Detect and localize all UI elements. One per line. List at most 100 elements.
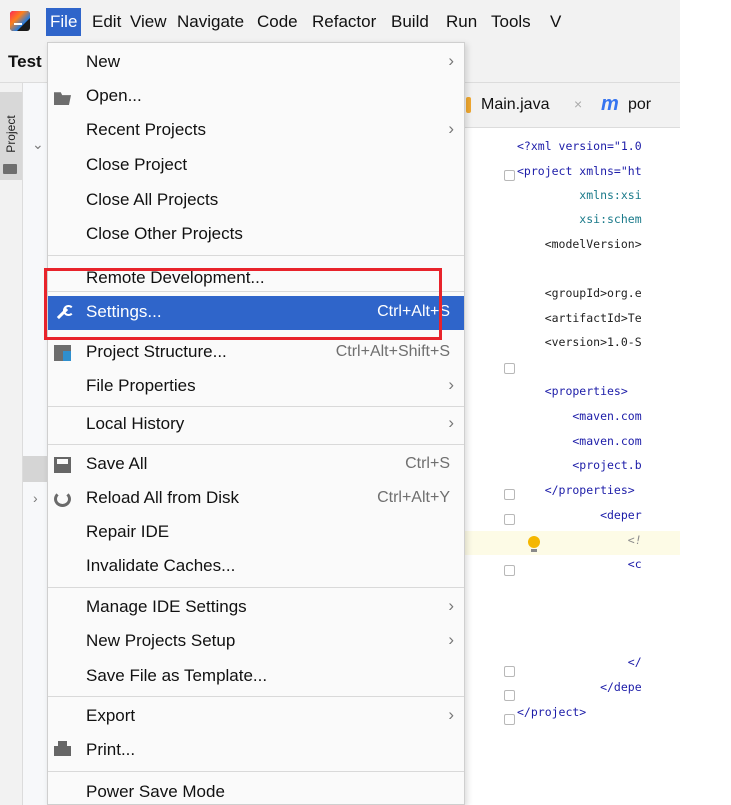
code-line: <! bbox=[517, 533, 642, 547]
menu-item-label: Open... bbox=[86, 86, 142, 105]
folder-icon bbox=[54, 92, 71, 105]
menu-code[interactable]: Code bbox=[253, 8, 302, 36]
chevron-down-icon[interactable]: ⌄ bbox=[32, 136, 44, 153]
code-line: <c bbox=[517, 557, 642, 571]
menu-separator bbox=[48, 444, 464, 445]
code-line: <maven.com bbox=[517, 409, 642, 423]
menu-separator bbox=[48, 771, 464, 772]
fold-marker-icon[interactable] bbox=[504, 489, 515, 500]
menu-build[interactable]: Build bbox=[387, 8, 433, 36]
folder-icon bbox=[3, 164, 17, 174]
fold-marker-icon[interactable] bbox=[504, 714, 515, 725]
project-tool-window-label: Project bbox=[4, 115, 18, 153]
menu-item-save-file-as-template[interactable]: Save File as Template... bbox=[48, 660, 464, 694]
code-line: <project xmlns="ht bbox=[517, 164, 642, 178]
menu-item-shortcut: Ctrl+S bbox=[405, 455, 450, 472]
tab-main-java[interactable]: Main.java bbox=[481, 96, 549, 114]
menu-item-invalidate-caches[interactable]: Invalidate Caches... bbox=[48, 550, 464, 584]
code-line: <properties> bbox=[517, 384, 628, 398]
chevron-right-icon: › bbox=[448, 51, 454, 70]
java-file-icon bbox=[466, 97, 471, 113]
chevron-right-icon: › bbox=[448, 119, 454, 138]
project-name[interactable]: Test bbox=[8, 52, 42, 72]
highlight-annotation-box bbox=[44, 268, 442, 340]
menu-item-label: Print... bbox=[86, 740, 136, 759]
menu-run[interactable]: Run bbox=[442, 8, 481, 36]
chevron-right-icon: › bbox=[448, 596, 454, 615]
menu-bar: File Edit View Navigate Code Refactor Bu… bbox=[0, 0, 680, 42]
print-icon bbox=[54, 741, 71, 756]
file-menu-dropdown: New › Open... Recent Projects › Close Pr… bbox=[47, 42, 465, 805]
menu-item-recent-projects[interactable]: Recent Projects › bbox=[48, 114, 464, 148]
code-line: xmlns:xsi bbox=[517, 188, 642, 202]
menu-item-label: New Projects Setup bbox=[86, 631, 236, 650]
menu-file[interactable]: File bbox=[46, 8, 82, 36]
menu-tools[interactable]: Tools bbox=[487, 8, 535, 36]
menu-edit[interactable]: Edit bbox=[88, 8, 125, 36]
tab-pom-xml[interactable]: por bbox=[628, 96, 651, 114]
menu-item-export[interactable]: Export › bbox=[48, 700, 464, 734]
menu-item-label: Reload All from Disk bbox=[86, 488, 240, 507]
code-line: </project> bbox=[517, 705, 587, 719]
code-line: <artifactId>Te bbox=[517, 311, 642, 325]
chevron-right-icon: › bbox=[448, 413, 454, 432]
chevron-right-icon: › bbox=[448, 375, 454, 394]
menu-separator bbox=[48, 406, 464, 407]
menu-item-close-other-projects[interactable]: Close Other Projects bbox=[48, 218, 464, 252]
menu-item-label: Save All bbox=[86, 454, 148, 473]
page-margin bbox=[680, 0, 731, 805]
left-tool-strip bbox=[0, 83, 23, 805]
menu-item-file-properties[interactable]: File Properties › bbox=[48, 370, 464, 404]
fold-marker-icon[interactable] bbox=[504, 363, 515, 374]
chevron-right-icon[interactable]: › bbox=[33, 490, 38, 506]
code-line: <groupId>org.e bbox=[517, 286, 642, 300]
menu-item-shortcut: Ctrl+Alt+Shift+S bbox=[335, 343, 450, 360]
menu-item-shortcut: Ctrl+Alt+Y bbox=[377, 489, 450, 506]
chevron-right-icon: › bbox=[448, 630, 454, 649]
code-line: </ bbox=[517, 655, 642, 669]
menu-separator bbox=[48, 255, 464, 256]
menu-item-label: Project Structure... bbox=[86, 342, 227, 361]
menu-item-label: Close Other Projects bbox=[86, 224, 243, 243]
code-line: <?xml version="1.0 bbox=[517, 139, 642, 153]
menu-refactor[interactable]: Refactor bbox=[308, 8, 380, 36]
code-line: xsi:schem bbox=[517, 212, 642, 226]
menu-item-power-save-mode[interactable]: Power Save Mode bbox=[48, 776, 464, 804]
menu-item-label: Power Save Mode bbox=[86, 782, 225, 801]
fold-marker-icon[interactable] bbox=[504, 666, 515, 677]
fold-marker-icon[interactable] bbox=[504, 170, 515, 181]
fold-marker-icon[interactable] bbox=[504, 514, 515, 525]
intellij-logo-icon bbox=[10, 11, 30, 31]
fold-marker-icon[interactable] bbox=[504, 690, 515, 701]
code-line: <project.b bbox=[517, 458, 642, 472]
menu-item-manage-ide-settings[interactable]: Manage IDE Settings › bbox=[48, 591, 464, 625]
menu-item-label: Close All Projects bbox=[86, 190, 219, 209]
menu-item-label: File Properties bbox=[86, 376, 196, 395]
menu-navigate[interactable]: Navigate bbox=[173, 8, 248, 36]
save-icon bbox=[54, 457, 71, 473]
editor-gutter bbox=[463, 128, 513, 805]
menu-item-label: Close Project bbox=[86, 155, 188, 174]
menu-item-label: Recent Projects bbox=[86, 120, 206, 139]
close-tab-icon[interactable]: × bbox=[574, 96, 582, 112]
menu-item-open[interactable]: Open... bbox=[48, 80, 464, 114]
code-line: <modelVersion> bbox=[517, 237, 642, 251]
menu-separator bbox=[48, 587, 464, 588]
menu-item-label: Save File as Template... bbox=[86, 666, 268, 685]
menu-item-repair-ide[interactable]: Repair IDE bbox=[48, 516, 464, 550]
menu-item-print[interactable]: Print... bbox=[48, 734, 464, 768]
menu-item-label: Repair IDE bbox=[86, 522, 170, 541]
menu-view[interactable]: View bbox=[126, 8, 171, 36]
menu-item-reload-all-from-disk[interactable]: Reload All from Disk Ctrl+Alt+Y bbox=[48, 482, 464, 516]
menu-item-save-all[interactable]: Save All Ctrl+S bbox=[48, 448, 464, 482]
menu-vcs[interactable]: V bbox=[546, 8, 565, 36]
maven-file-icon: m bbox=[601, 93, 619, 115]
code-line: <maven.com bbox=[517, 434, 642, 448]
menu-item-new[interactable]: New › bbox=[48, 46, 464, 80]
fold-marker-icon[interactable] bbox=[504, 565, 515, 576]
menu-item-local-history[interactable]: Local History › bbox=[48, 408, 464, 442]
menu-item-project-structure[interactable]: Project Structure... Ctrl+Alt+Shift+S bbox=[48, 336, 464, 370]
menu-item-new-projects-setup[interactable]: New Projects Setup › bbox=[48, 625, 464, 659]
menu-item-close-project[interactable]: Close Project bbox=[48, 149, 464, 183]
menu-item-close-all-projects[interactable]: Close All Projects bbox=[48, 184, 464, 218]
